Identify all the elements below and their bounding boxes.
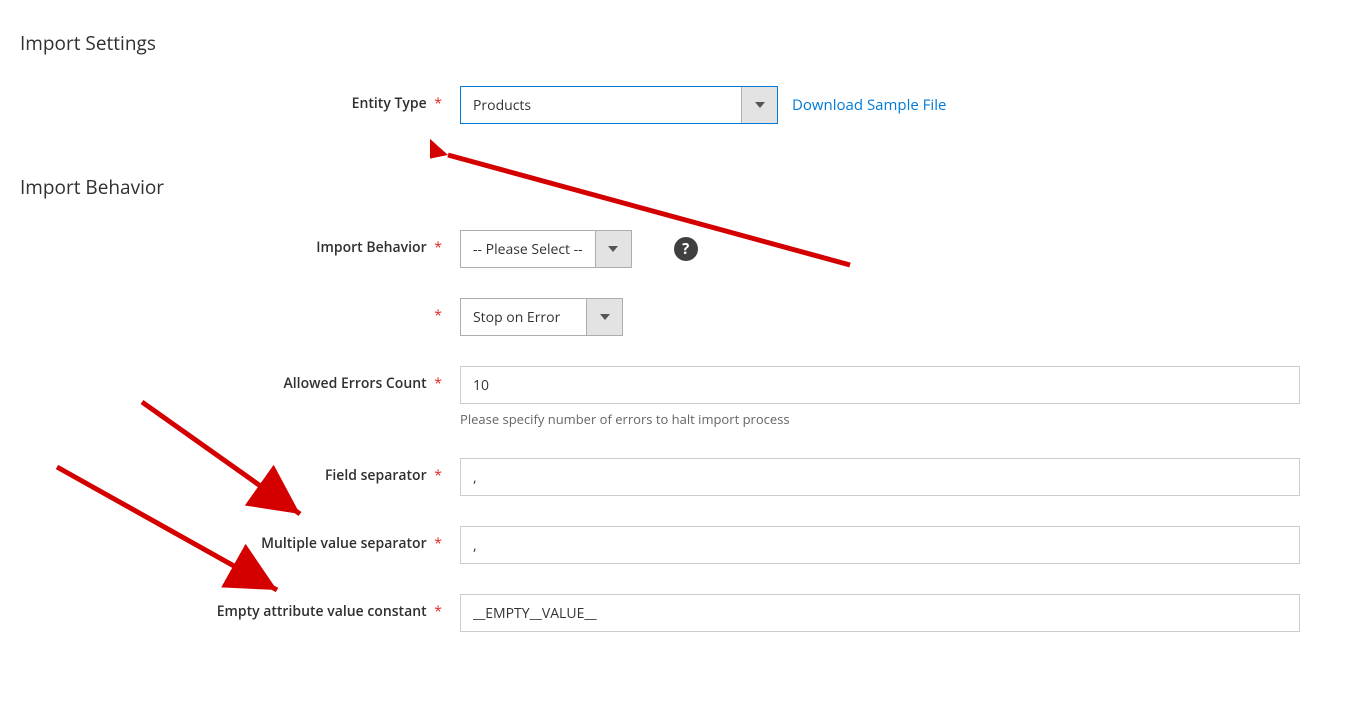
required-mark: *: [434, 534, 442, 553]
help-icon[interactable]: ?: [674, 237, 698, 261]
required-mark: *: [434, 602, 442, 621]
label-entity-type: Entity Type *: [20, 86, 460, 113]
multiple-separator-input[interactable]: [460, 526, 1300, 564]
import-behavior-value: -- Please Select --: [461, 231, 595, 267]
caret-down-icon: [608, 246, 618, 252]
section-title-import-settings: Import Settings: [20, 30, 1340, 56]
entity-type-select[interactable]: Products: [460, 86, 778, 124]
download-sample-link[interactable]: Download Sample File: [792, 95, 946, 115]
label-empty-attr: Empty attribute value constant *: [20, 594, 460, 621]
error-strategy-value: Stop on Error: [461, 299, 586, 335]
empty-attr-input[interactable]: [460, 594, 1300, 632]
field-separator-input[interactable]: [460, 458, 1300, 496]
label-error-strategy: *: [20, 298, 460, 325]
label-multiple-separator: Multiple value separator *: [20, 526, 460, 553]
required-mark: *: [434, 374, 442, 393]
required-mark: *: [434, 466, 442, 485]
required-mark: *: [434, 94, 442, 113]
import-behavior-dropdown-button[interactable]: [595, 231, 631, 267]
entity-type-dropdown-button[interactable]: [741, 87, 777, 123]
allowed-errors-input[interactable]: [460, 366, 1300, 404]
allowed-errors-hint: Please specify number of errors to halt …: [460, 410, 1300, 428]
error-strategy-select[interactable]: Stop on Error: [460, 298, 623, 336]
import-behavior-select[interactable]: -- Please Select --: [460, 230, 632, 268]
caret-down-icon: [755, 102, 765, 108]
required-mark: *: [434, 306, 442, 325]
label-allowed-errors: Allowed Errors Count *: [20, 366, 460, 393]
entity-type-value: Products: [461, 87, 741, 123]
error-strategy-dropdown-button[interactable]: [586, 299, 622, 335]
section-title-import-behavior: Import Behavior: [20, 174, 1340, 200]
label-field-separator: Field separator *: [20, 458, 460, 485]
label-import-behavior: Import Behavior *: [20, 230, 460, 257]
required-mark: *: [434, 238, 442, 257]
caret-down-icon: [600, 314, 610, 320]
